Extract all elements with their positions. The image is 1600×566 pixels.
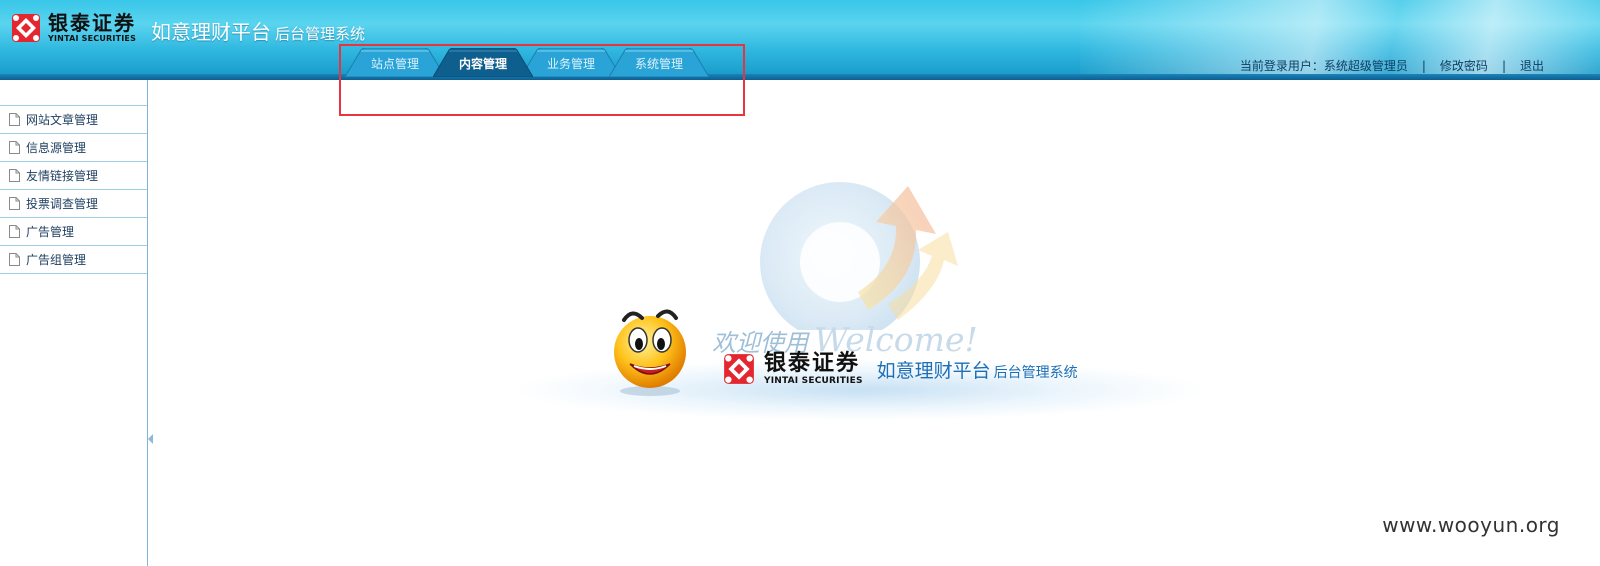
welcome-brand: 银泰证券 YINTAI SECURITIES 如意理财平台 后台管理系统 [722,352,1078,386]
sidebar-item-label: 广告管理 [26,225,75,239]
sidebar-item-label: 网站文章管理 [26,113,99,127]
sidebar-item-link-management[interactable]: 友情链接管理 [0,161,147,189]
header-bottom-bar [0,74,1600,80]
separator: | [1501,58,1506,73]
yintai-logo-icon [12,14,40,42]
sidebar-item-source-management[interactable]: 信息源管理 [0,133,147,161]
annotation-highlight-box [339,44,745,116]
left-sidebar: 网站文章管理 信息源管理 友情链接管理 投票调查管理 广告管理 广告组管理 [0,80,148,566]
document-icon [9,169,20,182]
sidebar-item-article-management[interactable]: 网站文章管理 [0,105,147,133]
sidebar-item-ad-management[interactable]: 广告管理 [0,217,147,245]
sidebar-collapse-arrow-icon[interactable] [148,434,153,444]
sidebar-item-label: 信息源管理 [26,141,87,155]
document-icon [9,113,20,126]
app-title: 如意理财平台 后台管理系统 [151,16,365,45]
smiley-face-icon [614,309,686,396]
change-password-link[interactable]: 修改密码 [1440,57,1488,74]
app-title-main: 如意理财平台 [151,20,271,44]
logout-link[interactable]: 退出 [1520,57,1544,74]
document-icon [9,225,20,238]
sidebar-item-label: 广告组管理 [26,253,87,267]
brand-name-cn: 银泰证券 [48,11,136,35]
document-icon [9,197,20,210]
globe-arrow-icon [760,182,958,330]
sidebar-item-vote-management[interactable]: 投票调查管理 [0,189,147,217]
welcome-app-title: 如意理财平台 后台管理系统 [877,356,1078,383]
separator: | [1421,58,1426,73]
welcome-app-sub: 后台管理系统 [993,364,1078,381]
user-info-bar: 当前登录用户：系统超级管理员 | 修改密码 | 退出 [1240,57,1544,74]
top-header: 银泰证券 YINTAI SECURITIES 如意理财平台 后台管理系统 站点管理… [0,0,1600,80]
document-icon [9,141,20,154]
current-user-text: 当前登录用户：系统超级管理员 [1239,59,1408,73]
watermark-text: www.wooyun.org [1382,513,1560,537]
welcome-brand-en: YINTAI SECURITIES [764,375,863,386]
yintai-logo-icon [724,354,754,384]
welcome-app-main: 如意理财平台 [876,359,991,382]
sidebar-item-label: 友情链接管理 [26,169,99,183]
brand-logo: 银泰证券 YINTAI SECURITIES [10,12,136,44]
sidebar-item-label: 投票调查管理 [26,197,99,211]
sidebar-item-ad-group-management[interactable]: 广告组管理 [0,245,147,274]
app-title-sub: 后台管理系统 [275,25,366,43]
brand-name-en: YINTAI SECURITIES [48,34,137,43]
welcome-banner: 欢迎使用 Welcome! 银泰证券 YINTAI SECURITIES 如意理… [520,170,1200,440]
document-icon [9,253,20,266]
sidebar-menu: 网站文章管理 信息源管理 友情链接管理 投票调查管理 广告管理 广告组管理 [0,105,147,274]
welcome-brand-cn: 银泰证券 [764,350,861,376]
